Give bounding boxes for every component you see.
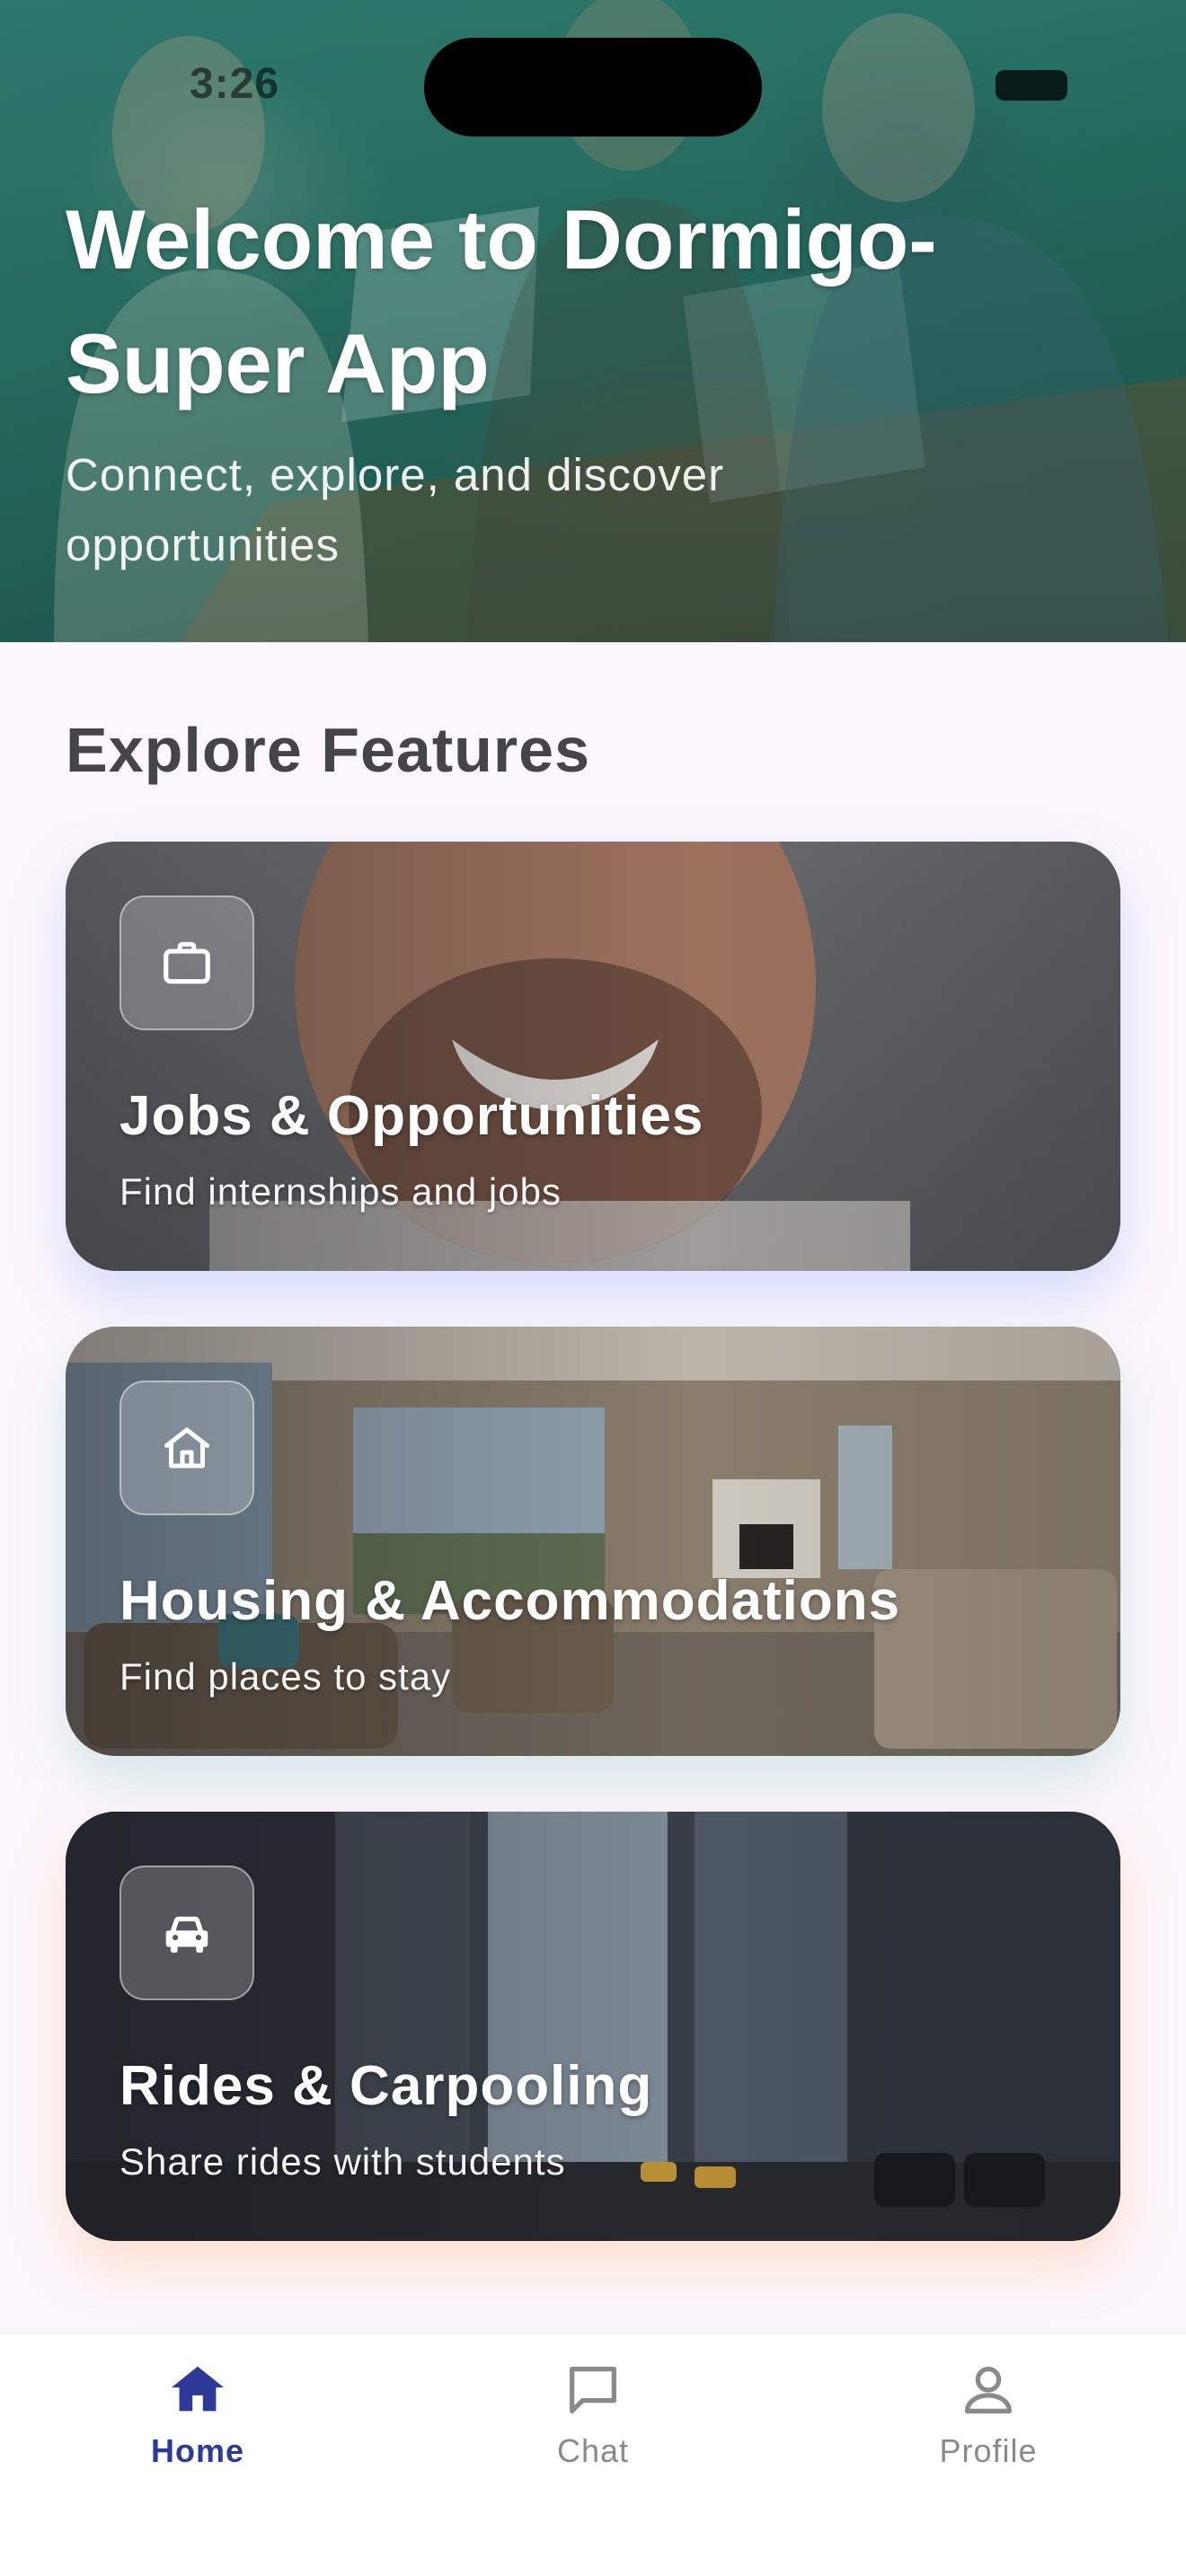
car-icon xyxy=(119,1866,254,2000)
section-title: Explore Features xyxy=(66,715,590,785)
nav-tab-profile[interactable]: Profile xyxy=(881,2359,1096,2493)
status-bar-time: 3:26 xyxy=(189,60,280,108)
feature-card-jobs[interactable]: Jobs & Opportunities Find internships an… xyxy=(66,842,1120,1271)
home-icon xyxy=(171,2366,225,2412)
card-subtitle: Share rides with students xyxy=(119,2140,566,2183)
hero-subtitle: Connect, explore, and discover opportuni… xyxy=(66,449,725,570)
nav-label-chat: Chat xyxy=(556,2432,630,2469)
card-subtitle: Find places to stay xyxy=(119,1655,452,1698)
feature-card-housing[interactable]: Housing & Accommodations Find places to … xyxy=(66,1327,1120,1756)
feature-card-rides[interactable]: Rides & Carpooling Share rides with stud… xyxy=(66,1812,1120,2241)
home-icon xyxy=(119,1381,254,1515)
hero-title: Welcome to Dormigo-Super App xyxy=(66,192,937,410)
nav-tab-chat[interactable]: Chat xyxy=(485,2359,701,2493)
person-icon xyxy=(965,2367,1012,2413)
card-title: Housing & Accommodations xyxy=(119,1570,901,1632)
card-title: Jobs & Opportunities xyxy=(119,1085,704,1147)
dynamic-island xyxy=(424,38,762,137)
battery-icon xyxy=(996,70,1067,101)
nav-tab-home[interactable]: Home xyxy=(90,2359,305,2493)
home-screen: 3:26 Welcome to Dormigo-Super App Connec… xyxy=(0,0,1186,2576)
card-subtitle: Find internships and jobs xyxy=(119,1170,562,1213)
briefcase-icon xyxy=(119,895,254,1030)
nav-label-profile: Profile xyxy=(939,2432,1038,2469)
chat-icon xyxy=(570,2367,616,2413)
hero-banner: 3:26 Welcome to Dormigo-Super App Connec… xyxy=(0,0,1186,642)
bottom-navigation: Home Chat Profile xyxy=(0,2333,1186,2576)
card-title: Rides & Carpooling xyxy=(119,2055,653,2117)
nav-label-home: Home xyxy=(150,2432,245,2469)
